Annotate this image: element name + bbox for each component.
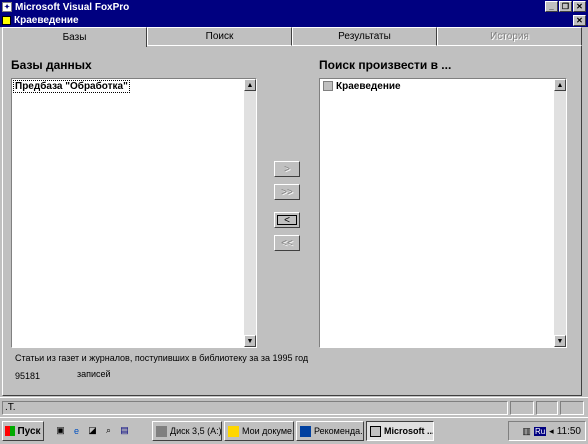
clock[interactable]: 11:50 bbox=[557, 426, 581, 437]
databases-listbox[interactable]: Предбаза "Обработка" ▲ ▼ bbox=[11, 78, 257, 348]
scroll-up-icon[interactable]: ▲ bbox=[554, 79, 566, 91]
record-count-label: записей bbox=[77, 369, 111, 379]
form-window: Базы Поиск Результаты История Базы данны… bbox=[0, 27, 588, 397]
list-item-label: Краеведение bbox=[336, 81, 401, 92]
taskbar: Пуск ▣ e ◪ ⌕ ▤ Диск 3,5 (A:) Мои докуме.… bbox=[0, 417, 588, 444]
scroll-down-icon[interactable]: ▼ bbox=[244, 335, 256, 347]
start-label: Пуск bbox=[17, 425, 41, 437]
databases-label: Базы данных bbox=[11, 58, 92, 72]
form-close-button[interactable]: ✕ bbox=[573, 15, 586, 26]
browser-icon[interactable]: e bbox=[70, 424, 83, 437]
minimize-button[interactable]: _ bbox=[545, 1, 558, 12]
task-recommend[interactable]: Рекоменда... bbox=[296, 421, 364, 441]
app-title: Microsoft Visual FoxPro bbox=[15, 1, 130, 13]
list-item[interactable]: Краеведение bbox=[322, 81, 402, 92]
form-titlebar: Краеведение ✕ bbox=[0, 14, 588, 27]
tab-databases[interactable]: Базы bbox=[2, 27, 147, 47]
status-cell bbox=[536, 401, 558, 415]
record-count: 95181 bbox=[15, 371, 41, 381]
task-label: Рекоменда... bbox=[314, 426, 364, 436]
task-floppy[interactable]: Диск 3,5 (A:) bbox=[152, 421, 222, 441]
form-title: Краеведение bbox=[14, 15, 79, 26]
save-icon[interactable]: ▤ bbox=[118, 424, 131, 437]
search-in-label: Поиск произвести в ... bbox=[319, 58, 452, 72]
window-controls: _ ❐ ✕ bbox=[545, 1, 586, 12]
tab-strip: Базы Поиск Результаты История bbox=[2, 27, 582, 47]
volume-icon[interactable]: ◂ bbox=[549, 426, 554, 437]
foxpro-icon bbox=[370, 425, 381, 437]
checkbox-icon[interactable] bbox=[323, 81, 333, 92]
status-cell bbox=[560, 401, 584, 415]
form-icon bbox=[2, 16, 11, 25]
task-label: Мои докуме... bbox=[242, 426, 294, 436]
start-button[interactable]: Пуск bbox=[2, 421, 44, 441]
app-titlebar: ✦ Microsoft Visual FoxPro _ ❐ ✕ bbox=[0, 0, 588, 14]
status-text: .T. bbox=[2, 401, 508, 415]
task-label: Диск 3,5 (A:) bbox=[170, 426, 222, 436]
status-bar: .T. bbox=[0, 397, 588, 417]
tab-results[interactable]: Результаты bbox=[292, 27, 437, 46]
windows-logo-icon bbox=[5, 426, 16, 436]
network-icon[interactable]: ▥ bbox=[522, 426, 531, 437]
tab-history: История bbox=[437, 27, 582, 46]
add-all-button: >> bbox=[274, 184, 300, 200]
status-cell bbox=[510, 401, 534, 415]
task-label: Microsoft ... bbox=[384, 426, 434, 436]
close-button[interactable]: ✕ bbox=[573, 1, 586, 12]
language-indicator[interactable]: Ru bbox=[533, 426, 547, 436]
remove-all-button: << bbox=[274, 235, 300, 251]
task-foxpro[interactable]: Microsoft ... bbox=[366, 421, 434, 441]
channels-icon[interactable]: ◪ bbox=[86, 424, 99, 437]
folder-icon bbox=[228, 425, 239, 437]
desktop-icon[interactable]: ▣ bbox=[54, 424, 67, 437]
task-my-documents[interactable]: Мои докуме... bbox=[224, 421, 294, 441]
search-in-scrollbar[interactable]: ▲ ▼ bbox=[554, 79, 566, 347]
tab-search[interactable]: Поиск bbox=[147, 27, 292, 46]
scroll-down-icon[interactable]: ▼ bbox=[554, 335, 566, 347]
list-item[interactable]: Предбаза "Обработка" bbox=[13, 80, 130, 93]
floppy-icon bbox=[156, 425, 167, 437]
system-tray: ▥ Ru ◂ 11:50 bbox=[508, 421, 586, 441]
databases-scrollbar[interactable]: ▲ ▼ bbox=[244, 79, 256, 347]
search-icon[interactable]: ⌕ bbox=[102, 424, 115, 437]
search-in-listbox[interactable]: Краеведение ▲ ▼ bbox=[319, 78, 567, 348]
restore-button[interactable]: ❐ bbox=[559, 1, 572, 12]
remove-button[interactable]: < bbox=[274, 212, 300, 228]
add-button: > bbox=[274, 161, 300, 177]
scroll-up-icon[interactable]: ▲ bbox=[244, 79, 256, 91]
word-icon bbox=[300, 425, 311, 437]
foxpro-icon: ✦ bbox=[2, 2, 12, 12]
tab-page-databases: Базы данных Предбаза "Обработка" ▲ ▼ Пои… bbox=[2, 46, 582, 396]
database-description: Статьи из газет и журналов, поступивших … bbox=[15, 353, 309, 363]
